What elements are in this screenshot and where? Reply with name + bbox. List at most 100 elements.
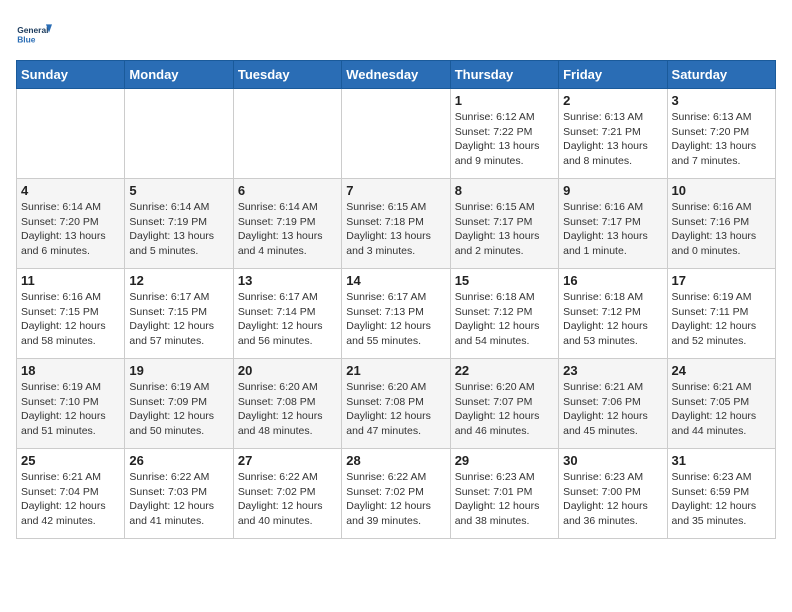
- calendar-cell: 4Sunrise: 6:14 AM Sunset: 7:20 PM Daylig…: [17, 179, 125, 269]
- calendar-cell: 3Sunrise: 6:13 AM Sunset: 7:20 PM Daylig…: [667, 89, 775, 179]
- day-info: Sunrise: 6:23 AM Sunset: 6:59 PM Dayligh…: [672, 470, 771, 529]
- calendar-cell: 17 Sunrise: 6:19 AM Sunset: 7:11 PM Dayli…: [667, 269, 775, 359]
- calendar-cell: [17, 89, 125, 179]
- calendar-cell: 1 Sunrise: 6:12 AM Sunset: 7:22 PM Daylig…: [450, 89, 558, 179]
- calendar-cell: 27 Sunrise: 6:22 AM Sunset: 7:02 PM Dayli…: [233, 449, 341, 539]
- day-number: 31: [672, 453, 771, 468]
- day-number: 10: [672, 183, 771, 198]
- col-header-monday: Monday: [125, 61, 233, 89]
- calendar-table: SundayMondayTuesdayWednesdayThursdayFrid…: [16, 60, 776, 539]
- day-info: Sunrise: 6:19 AM Sunset: 7:09 PM Dayligh…: [129, 380, 228, 439]
- day-info: Sunrise: 6:18 AM Sunset: 7:12 PM Dayligh…: [455, 290, 554, 349]
- day-info: Sunrise: 6:23 AM Sunset: 7:01 PM Dayligh…: [455, 470, 554, 529]
- col-header-saturday: Saturday: [667, 61, 775, 89]
- day-number: 7: [346, 183, 445, 198]
- day-number: 19: [129, 363, 228, 378]
- day-number: 6: [238, 183, 337, 198]
- col-header-friday: Friday: [559, 61, 667, 89]
- calendar-cell: 23 Sunrise: 6:21 AM Sunset: 7:06 PM Dayli…: [559, 359, 667, 449]
- calendar-cell: 22 Sunrise: 6:20 AM Sunset: 7:07 PM Dayli…: [450, 359, 558, 449]
- calendar-cell: 11 Sunrise: 6:16 AM Sunset: 7:15 PM Dayli…: [17, 269, 125, 359]
- day-info: Sunrise: 6:18 AM Sunset: 7:12 PM Dayligh…: [563, 290, 662, 349]
- day-number: 27: [238, 453, 337, 468]
- day-number: 29: [455, 453, 554, 468]
- day-number: 28: [346, 453, 445, 468]
- calendar-week-row: 25Sunrise: 6:21 AM Sunset: 7:04 PM Dayli…: [17, 449, 776, 539]
- calendar-cell: 2 Sunrise: 6:13 AM Sunset: 7:21 PM Daylig…: [559, 89, 667, 179]
- calendar-cell: 18 Sunrise: 6:19 AM Sunset: 7:10 PM Dayli…: [17, 359, 125, 449]
- calendar-cell: 29 Sunrise: 6:23 AM Sunset: 7:01 PM Dayli…: [450, 449, 558, 539]
- day-info: Sunrise: 6:22 AM Sunset: 7:02 PM Dayligh…: [346, 470, 445, 529]
- calendar-cell: 16 Sunrise: 6:18 AM Sunset: 7:12 PM Dayli…: [559, 269, 667, 359]
- day-number: 18: [21, 363, 120, 378]
- day-number: 16: [563, 273, 662, 288]
- col-header-wednesday: Wednesday: [342, 61, 450, 89]
- day-info: Sunrise: 6:19 AM Sunset: 7:10 PM Dayligh…: [21, 380, 120, 439]
- day-number: 11: [21, 273, 120, 288]
- day-number: 8: [455, 183, 554, 198]
- day-number: 3: [672, 93, 771, 108]
- day-info: Sunrise: 6:12 AM Sunset: 7:22 PM Dayligh…: [455, 110, 554, 169]
- day-number: 12: [129, 273, 228, 288]
- day-info: Sunrise: 6:17 AM Sunset: 7:14 PM Dayligh…: [238, 290, 337, 349]
- day-number: 26: [129, 453, 228, 468]
- col-header-thursday: Thursday: [450, 61, 558, 89]
- day-info: Sunrise: 6:16 AM Sunset: 7:17 PM Dayligh…: [563, 200, 662, 259]
- calendar-cell: [125, 89, 233, 179]
- calendar-cell: 24 Sunrise: 6:21 AM Sunset: 7:05 PM Dayli…: [667, 359, 775, 449]
- calendar-cell: 5Sunrise: 6:14 AM Sunset: 7:19 PM Daylig…: [125, 179, 233, 269]
- day-number: 24: [672, 363, 771, 378]
- day-number: 17: [672, 273, 771, 288]
- day-info: Sunrise: 6:23 AM Sunset: 7:00 PM Dayligh…: [563, 470, 662, 529]
- day-info: Sunrise: 6:21 AM Sunset: 7:06 PM Dayligh…: [563, 380, 662, 439]
- day-number: 30: [563, 453, 662, 468]
- svg-text:Blue: Blue: [17, 34, 36, 44]
- day-number: 23: [563, 363, 662, 378]
- calendar-cell: 6 Sunrise: 6:14 AM Sunset: 7:19 PM Daylig…: [233, 179, 341, 269]
- calendar-cell: 28 Sunrise: 6:22 AM Sunset: 7:02 PM Dayli…: [342, 449, 450, 539]
- day-info: Sunrise: 6:22 AM Sunset: 7:03 PM Dayligh…: [129, 470, 228, 529]
- day-number: 9: [563, 183, 662, 198]
- day-info: Sunrise: 6:13 AM Sunset: 7:21 PM Dayligh…: [563, 110, 662, 169]
- calendar-week-row: 1 Sunrise: 6:12 AM Sunset: 7:22 PM Daylig…: [17, 89, 776, 179]
- day-info: Sunrise: 6:20 AM Sunset: 7:07 PM Dayligh…: [455, 380, 554, 439]
- calendar-cell: 26 Sunrise: 6:22 AM Sunset: 7:03 PM Dayli…: [125, 449, 233, 539]
- day-number: 22: [455, 363, 554, 378]
- calendar-week-row: 18 Sunrise: 6:19 AM Sunset: 7:10 PM Dayli…: [17, 359, 776, 449]
- day-info: Sunrise: 6:15 AM Sunset: 7:18 PM Dayligh…: [346, 200, 445, 259]
- calendar-cell: 19 Sunrise: 6:19 AM Sunset: 7:09 PM Dayli…: [125, 359, 233, 449]
- day-info: Sunrise: 6:22 AM Sunset: 7:02 PM Dayligh…: [238, 470, 337, 529]
- day-info: Sunrise: 6:19 AM Sunset: 7:11 PM Dayligh…: [672, 290, 771, 349]
- col-header-tuesday: Tuesday: [233, 61, 341, 89]
- day-info: Sunrise: 6:20 AM Sunset: 7:08 PM Dayligh…: [346, 380, 445, 439]
- day-info: Sunrise: 6:16 AM Sunset: 7:15 PM Dayligh…: [21, 290, 120, 349]
- day-info: Sunrise: 6:21 AM Sunset: 7:04 PM Dayligh…: [21, 470, 120, 529]
- calendar-header-row: SundayMondayTuesdayWednesdayThursdayFrid…: [17, 61, 776, 89]
- day-number: 20: [238, 363, 337, 378]
- logo: General Blue: [16, 16, 52, 52]
- calendar-week-row: 11 Sunrise: 6:16 AM Sunset: 7:15 PM Dayli…: [17, 269, 776, 359]
- calendar-cell: 25Sunrise: 6:21 AM Sunset: 7:04 PM Dayli…: [17, 449, 125, 539]
- col-header-sunday: Sunday: [17, 61, 125, 89]
- calendar-cell: 15 Sunrise: 6:18 AM Sunset: 7:12 PM Dayli…: [450, 269, 558, 359]
- day-number: 2: [563, 93, 662, 108]
- calendar-cell: [233, 89, 341, 179]
- day-info: Sunrise: 6:14 AM Sunset: 7:19 PM Dayligh…: [238, 200, 337, 259]
- day-info: Sunrise: 6:21 AM Sunset: 7:05 PM Dayligh…: [672, 380, 771, 439]
- page-header: General Blue: [16, 16, 776, 52]
- day-number: 21: [346, 363, 445, 378]
- calendar-cell: 14Sunrise: 6:17 AM Sunset: 7:13 PM Dayli…: [342, 269, 450, 359]
- calendar-cell: 20Sunrise: 6:20 AM Sunset: 7:08 PM Dayli…: [233, 359, 341, 449]
- day-info: Sunrise: 6:14 AM Sunset: 7:19 PM Dayligh…: [129, 200, 228, 259]
- calendar-cell: 12Sunrise: 6:17 AM Sunset: 7:15 PM Dayli…: [125, 269, 233, 359]
- day-number: 4: [21, 183, 120, 198]
- calendar-cell: 13 Sunrise: 6:17 AM Sunset: 7:14 PM Dayli…: [233, 269, 341, 359]
- day-number: 15: [455, 273, 554, 288]
- day-info: Sunrise: 6:16 AM Sunset: 7:16 PM Dayligh…: [672, 200, 771, 259]
- calendar-cell: [342, 89, 450, 179]
- calendar-cell: 7 Sunrise: 6:15 AM Sunset: 7:18 PM Daylig…: [342, 179, 450, 269]
- day-number: 1: [455, 93, 554, 108]
- day-info: Sunrise: 6:17 AM Sunset: 7:13 PM Dayligh…: [346, 290, 445, 349]
- day-number: 13: [238, 273, 337, 288]
- calendar-cell: 10 Sunrise: 6:16 AM Sunset: 7:16 PM Dayli…: [667, 179, 775, 269]
